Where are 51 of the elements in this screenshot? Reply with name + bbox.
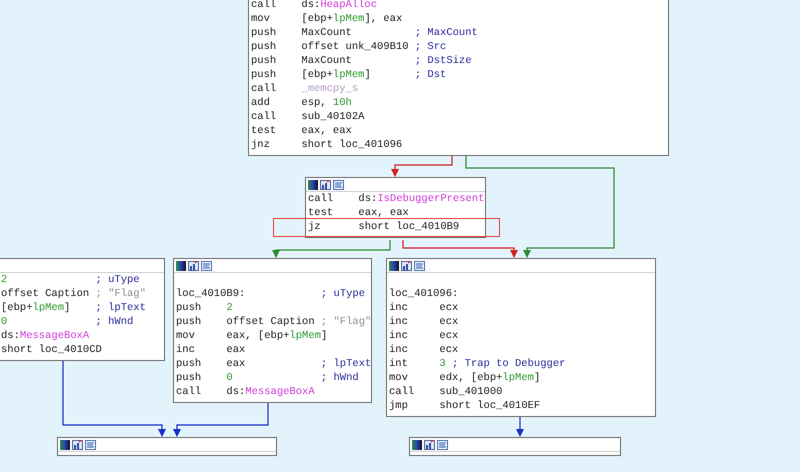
code-line: test eax, eax	[307, 206, 410, 220]
code-line: call sub_401000	[388, 385, 504, 399]
text-lines-icon[interactable]	[414, 260, 425, 270]
code-line: call ds:MessageBoxA	[175, 385, 316, 399]
code-line: mov eax, [ebp+lpMem]	[175, 329, 328, 343]
code-line: inc ecx	[388, 301, 460, 315]
code-line: test eax, eax	[250, 124, 353, 138]
code-line: add esp, 10h	[250, 96, 353, 110]
code-line: call _memcpy_s	[250, 82, 360, 96]
code-line: push eax ; lpText	[175, 357, 371, 371]
text-lines-icon[interactable]	[201, 260, 212, 270]
code-line: mov edx, [ebp+lpMem]	[388, 371, 542, 385]
chart-icon[interactable]	[424, 440, 435, 450]
code-line: push MaxCount ; DstSize	[250, 54, 473, 68]
code-line: int 3 ; Trap to Debugger	[388, 357, 566, 371]
code-line: 0 ; hWnd	[0, 315, 134, 329]
color-square-icon[interactable]	[176, 260, 186, 270]
code-line: mov [ebp+lpMem], eax	[250, 12, 404, 26]
code-line: jmp short loc_4010EF	[388, 399, 542, 413]
chart-icon[interactable]	[401, 260, 412, 270]
code-line: push 0 ; hWnd	[175, 371, 360, 385]
code-line: offset Caption ; "Flag"	[0, 287, 147, 301]
code-line: push offset Caption ; "Flag"	[175, 315, 371, 329]
text-lines-icon[interactable]	[333, 180, 344, 190]
code-line: 2 ; uType	[0, 273, 141, 287]
text-lines-icon[interactable]	[85, 440, 96, 450]
code-line: push offset unk_409B10 ; Src	[250, 40, 448, 54]
code-line: inc ecx	[388, 343, 460, 357]
chart-icon[interactable]	[72, 440, 83, 450]
chart-icon[interactable]	[320, 180, 331, 190]
code-line: inc ecx	[388, 315, 460, 329]
code-line: jnz short loc_401096	[250, 138, 404, 152]
chart-icon[interactable]	[188, 260, 199, 270]
code-line: call sub_40102A	[250, 110, 366, 124]
code-line: inc eax	[175, 343, 246, 357]
color-square-icon[interactable]	[60, 440, 70, 450]
code-line: short loc_4010CD	[0, 343, 103, 357]
code-line: push [ebp+lpMem] ; Dst	[250, 68, 448, 82]
color-square-icon[interactable]	[308, 180, 318, 190]
color-square-icon[interactable]	[412, 440, 422, 450]
code-line: inc ecx	[388, 329, 460, 343]
code-line: [ebp+lpMem] ; lpText	[0, 301, 147, 315]
code-line: jz short loc_4010B9	[307, 220, 460, 234]
code-line: loc_4010B9: ; uType	[175, 287, 366, 301]
code-line: call ds:IsDebuggerPresent	[307, 192, 485, 206]
text-lines-icon[interactable]	[437, 440, 448, 450]
code-line: loc_401096:	[388, 287, 460, 301]
code-line: push 2	[175, 301, 234, 315]
color-square-icon[interactable]	[389, 260, 399, 270]
code-line: push MaxCount ; MaxCount	[250, 26, 479, 40]
code-line: ds:MessageBoxA	[0, 329, 90, 343]
